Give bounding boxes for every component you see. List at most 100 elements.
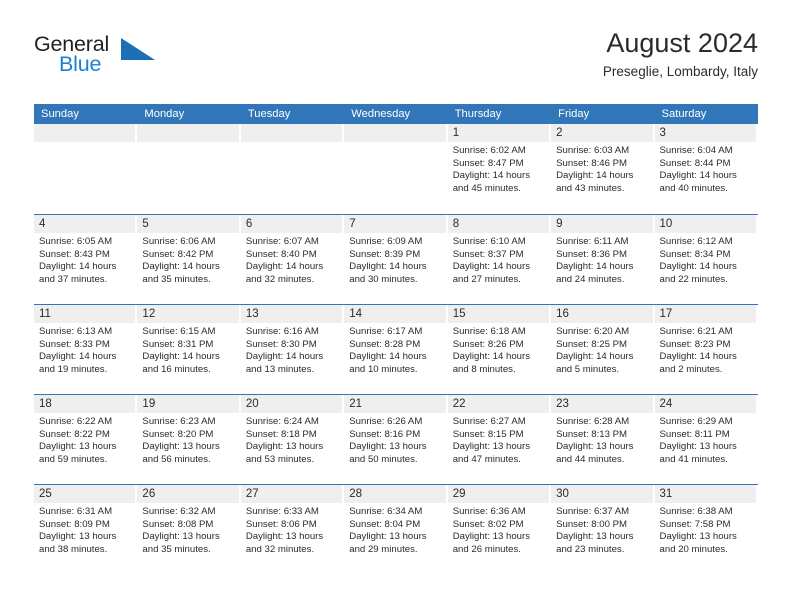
- calendar-day-cell[interactable]: 9 Sunrise: 6:11 AM Sunset: 8:36 PM Daylight…: [551, 215, 654, 304]
- calendar-day-cell[interactable]: 24 Sunrise: 6:29 AM Sunset: 8:11 PM Dayligh…: [654, 395, 758, 484]
- day-sun-info: Sunrise: 6:17 AM Sunset: 8:28 PM Daylight:…: [344, 323, 447, 376]
- daylight-text-line2: and 43 minutes.: [556, 182, 625, 194]
- daylight-text-line1: Daylight: 14 hours: [659, 261, 737, 273]
- calendar-day-cell[interactable]: 16 Sunrise: 6:20 AM Sunset: 8:25 PM Dayligh…: [551, 305, 654, 394]
- calendar-day-cell[interactable]: 15 Sunrise: 6:18 AM Sunset: 8:26 PM Dayligh…: [447, 305, 551, 394]
- weekday-header-thursday: Thursday: [454, 108, 502, 120]
- day-number-band: 17: [654, 305, 756, 323]
- calendar-day-cell-empty: [34, 124, 137, 214]
- sunset-text: Sunset: 8:44 PM: [659, 157, 731, 169]
- calendar-day-cell[interactable]: 5 Sunrise: 6:06 AM Sunset: 8:42 PM Daylight…: [137, 215, 240, 304]
- calendar-day-cell[interactable]: 13 Sunrise: 6:16 AM Sunset: 8:30 PM Dayligh…: [240, 305, 344, 394]
- calendar-day-cell[interactable]: 19 Sunrise: 6:23 AM Sunset: 8:20 PM Dayligh…: [137, 395, 240, 484]
- day-number-band: 7: [344, 215, 446, 233]
- day-sun-info: Sunrise: 6:06 AM Sunset: 8:42 PM Daylight:…: [137, 233, 240, 286]
- sunrise-text: Sunrise: 6:22 AM: [39, 416, 113, 427]
- day-number-band: 5: [137, 215, 239, 233]
- day-sun-info: Sunrise: 6:04 AM Sunset: 8:44 PM Daylight:…: [655, 142, 758, 195]
- calendar-day-cell[interactable]: 11 Sunrise: 6:13 AM Sunset: 8:33 PM Dayligh…: [34, 305, 137, 394]
- sunset-text: Sunset: 8:15 PM: [452, 428, 524, 440]
- calendar-day-cell[interactable]: 30 Sunrise: 6:37 AM Sunset: 8:00 PM Dayligh…: [551, 485, 654, 574]
- calendar-grid: Sunday Monday Tuesday Wednesday Thursday Frid…: [34, 104, 758, 574]
- day-number-band: 27: [240, 485, 343, 503]
- sunrise-text: Sunrise: 6:24 AM: [245, 416, 319, 427]
- sunrise-text: Sunrise: 6:06 AM: [142, 236, 216, 247]
- day-number: 22: [452, 398, 466, 410]
- calendar-day-cell[interactable]: 2 Sunrise: 6:03 AM Sunset: 8:46 PM Daylight…: [551, 124, 654, 214]
- day-number: 15: [452, 308, 466, 320]
- calendar-day-cell[interactable]: 29 Sunrise: 6:36 AM Sunset: 8:02 PM Dayligh…: [447, 485, 551, 574]
- calendar-day-cell[interactable]: 18 Sunrise: 6:22 AM Sunset: 8:22 PM Dayligh…: [34, 395, 137, 484]
- day-number: 23: [556, 398, 569, 410]
- day-sun-info: Sunrise: 6:07 AM Sunset: 8:40 PM Daylight:…: [241, 233, 344, 286]
- title-block: August 2024 Preseglie, Lombardy, Italy: [603, 28, 758, 79]
- daylight-text-line1: Daylight: 13 hours: [659, 441, 737, 453]
- calendar-day-cell[interactable]: 8 Sunrise: 6:10 AM Sunset: 8:37 PM Daylight…: [447, 215, 551, 304]
- day-number-band: [137, 124, 239, 142]
- day-number: 17: [659, 308, 673, 320]
- daylight-text-line1: Daylight: 13 hours: [39, 441, 117, 453]
- day-number-band: 15: [447, 305, 550, 323]
- calendar-day-cell[interactable]: 27 Sunrise: 6:33 AM Sunset: 8:06 PM Dayligh…: [240, 485, 344, 574]
- calendar-day-cell[interactable]: 31 Sunrise: 6:38 AM Sunset: 7:58 PM Dayligh…: [654, 485, 758, 574]
- calendar-day-cell[interactable]: 4 Sunrise: 6:05 AM Sunset: 8:43 PM Daylight…: [34, 215, 137, 304]
- day-sun-info: Sunrise: 6:26 AM Sunset: 8:16 PM Daylight:…: [344, 413, 447, 466]
- sunrise-text: Sunrise: 6:38 AM: [659, 506, 733, 517]
- calendar-day-cell[interactable]: 12 Sunrise: 6:15 AM Sunset: 8:31 PM Dayligh…: [137, 305, 240, 394]
- calendar-day-cell[interactable]: 1 Sunrise: 6:02 AM Sunset: 8:47 PM Daylight…: [447, 124, 551, 214]
- day-number: 16: [556, 308, 569, 320]
- sunrise-text: Sunrise: 6:27 AM: [452, 416, 526, 427]
- daylight-text-line2: and 53 minutes.: [245, 453, 315, 465]
- calendar-day-cell[interactable]: 10 Sunrise: 6:12 AM Sunset: 8:34 PM Dayligh…: [654, 215, 758, 304]
- weekday-header-tuesday: Tuesday: [247, 108, 291, 120]
- calendar-day-cell[interactable]: 7 Sunrise: 6:09 AM Sunset: 8:39 PM Daylight…: [344, 215, 447, 304]
- sunset-text: Sunset: 8:11 PM: [659, 428, 730, 440]
- daylight-text-line2: and 23 minutes.: [556, 543, 625, 555]
- day-number: 19: [142, 398, 156, 410]
- calendar-day-cell[interactable]: 17 Sunrise: 6:21 AM Sunset: 8:23 PM Dayligh…: [654, 305, 758, 394]
- calendar-day-cell[interactable]: 25 Sunrise: 6:31 AM Sunset: 8:09 PM Dayligh…: [34, 485, 137, 574]
- day-sun-info: Sunrise: 6:28 AM Sunset: 8:13 PM Daylight:…: [551, 413, 654, 466]
- calendar-day-cell[interactable]: 26 Sunrise: 6:32 AM Sunset: 8:08 PM Dayligh…: [137, 485, 240, 574]
- calendar-day-cell[interactable]: 6 Sunrise: 6:07 AM Sunset: 8:40 PM Daylight…: [240, 215, 344, 304]
- sunrise-text: Sunrise: 6:03 AM: [556, 145, 630, 156]
- calendar-week-row: 4 Sunrise: 6:05 AM Sunset: 8:43 PM Daylight…: [34, 214, 758, 304]
- day-sun-info: Sunrise: 6:23 AM Sunset: 8:20 PM Daylight:…: [137, 413, 240, 466]
- day-sun-info: Sunrise: 6:36 AM Sunset: 8:02 PM Daylight:…: [448, 503, 551, 556]
- day-sun-info: Sunrise: 6:16 AM Sunset: 8:30 PM Daylight:…: [241, 323, 344, 376]
- sunset-text: Sunset: 8:39 PM: [349, 248, 421, 260]
- calendar-day-cell[interactable]: 28 Sunrise: 6:34 AM Sunset: 8:04 PM Dayligh…: [344, 485, 447, 574]
- day-sun-info: Sunrise: 6:34 AM Sunset: 8:04 PM Daylight:…: [344, 503, 447, 556]
- general-blue-logo[interactable]: General Blue: [34, 32, 159, 84]
- daylight-text-line1: Daylight: 14 hours: [245, 351, 324, 363]
- day-sun-info: Sunrise: 6:38 AM Sunset: 7:58 PM Daylight:…: [655, 503, 758, 556]
- weekday-header-row: Sunday Monday Tuesday Wednesday Thursday Frid…: [34, 104, 758, 124]
- daylight-text-line1: Daylight: 13 hours: [452, 441, 531, 453]
- day-sun-info: Sunrise: 6:24 AM Sunset: 8:18 PM Daylight:…: [241, 413, 344, 466]
- calendar-day-cell[interactable]: 3 Sunrise: 6:04 AM Sunset: 8:44 PM Daylight…: [654, 124, 758, 214]
- calendar-day-cell[interactable]: 23 Sunrise: 6:28 AM Sunset: 8:13 PM Dayligh…: [551, 395, 654, 484]
- calendar-day-cell[interactable]: 14 Sunrise: 6:17 AM Sunset: 8:28 PM Dayligh…: [344, 305, 447, 394]
- daylight-text-line2: and 16 minutes.: [142, 363, 211, 375]
- daylight-text-line2: and 35 minutes.: [142, 543, 211, 555]
- sunset-text: Sunset: 7:58 PM: [659, 518, 731, 530]
- daylight-text-line2: and 2 minutes.: [659, 363, 723, 375]
- day-number: 1: [452, 127, 460, 139]
- daylight-text-line1: Daylight: 13 hours: [349, 441, 427, 453]
- sunrise-text: Sunrise: 6:16 AM: [245, 326, 319, 337]
- sunrise-text: Sunrise: 6:31 AM: [39, 506, 113, 517]
- sunrise-text: Sunrise: 6:37 AM: [556, 506, 630, 517]
- daylight-text-line2: and 29 minutes.: [349, 543, 418, 555]
- daylight-text-line2: and 41 minutes.: [659, 453, 728, 465]
- daylight-text-line2: and 19 minutes.: [39, 363, 108, 375]
- sunrise-text: Sunrise: 6:13 AM: [39, 326, 113, 337]
- day-number: 4: [39, 218, 46, 230]
- calendar-day-cell[interactable]: 22 Sunrise: 6:27 AM Sunset: 8:15 PM Dayligh…: [447, 395, 551, 484]
- calendar-day-cell[interactable]: 20 Sunrise: 6:24 AM Sunset: 8:18 PM Dayligh…: [240, 395, 344, 484]
- calendar-day-cell[interactable]: 21 Sunrise: 6:26 AM Sunset: 8:16 PM Dayligh…: [344, 395, 447, 484]
- calendar-body: 1 Sunrise: 6:02 AM Sunset: 8:47 PM Daylight…: [34, 124, 758, 574]
- daylight-text-line2: and 56 minutes.: [142, 453, 211, 465]
- daylight-text-line1: Daylight: 13 hours: [39, 531, 117, 543]
- sunset-text: Sunset: 8:16 PM: [349, 428, 421, 440]
- weekday-header-friday: Friday: [558, 108, 590, 120]
